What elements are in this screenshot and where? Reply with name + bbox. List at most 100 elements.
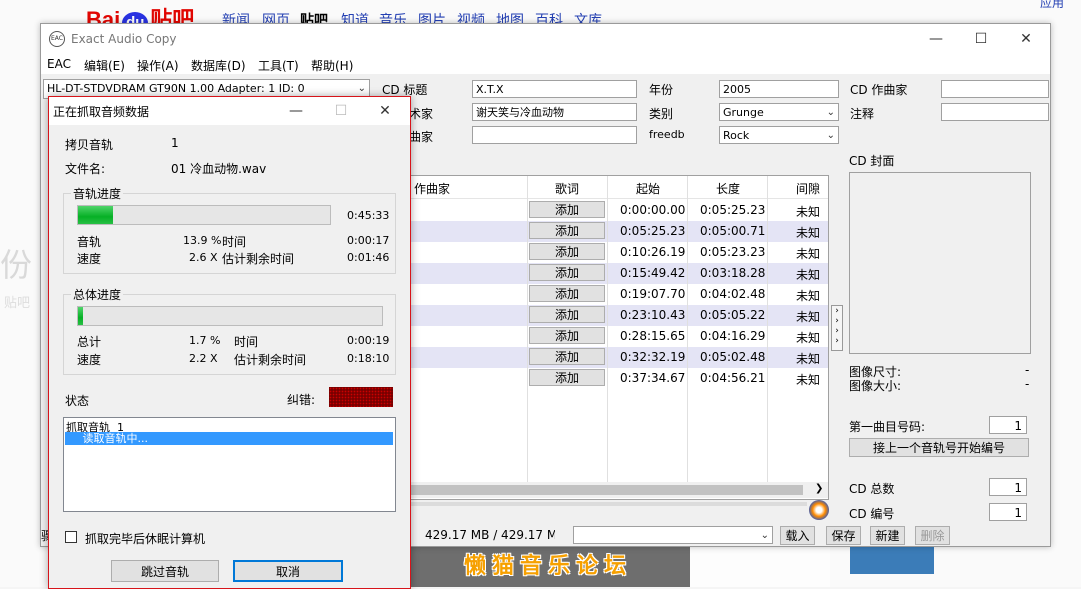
minimize-icon[interactable]: — [916,28,956,50]
overall-time: 0:00:19 [347,334,390,347]
cd-total-label: CD 总数 [849,482,895,496]
first-track-field[interactable]: 1 [989,416,1027,434]
new-button[interactable]: 新建 [870,526,905,545]
eac-titlebar[interactable]: EAC Exact Audio Copy — ☐ ✕ [41,24,1050,54]
progress-strip [407,502,807,506]
load-button[interactable]: 载入 [780,526,815,545]
shutdown-checkbox[interactable] [65,531,77,543]
scrollbar-thumb[interactable] [408,485,803,495]
track-length-cell: 0:04:02.48 [700,287,766,301]
drive-select-value: HL-DT-STDVDRAM GT90N 1.00 Adapter: 1 ID:… [47,82,305,95]
overall-remaining-label: 估计剩余时间 [234,353,307,367]
track-start-cell: 0:05:25.23 [620,224,686,238]
track-progress-bar [77,205,331,225]
menu-edit[interactable]: 编辑(E) [84,57,125,74]
table-row[interactable]: 添加 0:28:15.65 0:04:16.29 未知 [408,326,828,347]
maximize-icon[interactable]: ☐ [961,28,1001,50]
track-length-cell: 0:05:25.23 [700,203,766,217]
genre-select[interactable]: Grunge ⌄ [719,103,839,121]
save-button[interactable]: 保存 [826,526,861,545]
cancel-button[interactable]: 取消 [233,560,343,582]
cd-total-field[interactable]: 1 [989,478,1027,496]
table-row[interactable]: 添加 0:37:34.67 0:04:56.21 未知 [408,368,828,389]
minimize-icon[interactable]: — [276,100,316,122]
track-length-cell: 0:04:56.21 [700,371,766,385]
track-progress-title: 音轨进度 [71,185,124,202]
track-gap-cell: 未知 [796,205,821,219]
col-divider [607,176,608,486]
overall-percent: 1.7 % [189,334,221,347]
error-correction-label: 纠错: [287,393,316,407]
cd-number-field[interactable]: 1 [989,503,1027,521]
skip-track-button[interactable]: 跳过音轨 [111,560,219,582]
status-size: 429.17 MB / 429.17 MB [425,528,555,542]
add-lyrics-button[interactable]: 添加 [529,369,605,386]
col-gap[interactable]: 间隙 [768,180,828,197]
table-row[interactable]: 添加 0:05:25.23 0:05:00.71 未知 [408,221,828,242]
add-lyrics-button[interactable]: 添加 [529,327,605,344]
composer-field[interactable] [472,126,637,144]
chevron-down-icon: ⌄ [826,130,835,141]
menu-tools[interactable]: 工具(T) [258,57,299,74]
image-size-value: - [1025,377,1030,391]
add-lyrics-button[interactable]: 添加 [529,222,605,239]
track-start-cell: 0:37:34.67 [620,371,686,385]
table-row[interactable]: 添加 0:19:07.70 0:04:02.48 未知 [408,284,828,305]
track-remaining-label: 估计剩余时间 [222,252,295,266]
status-log-list[interactable]: 抓取音轨 1 读取音轨中... [63,417,396,512]
year-label: 年份 [649,83,674,97]
artist-field[interactable]: 谢天笑与冷血动物 [472,103,637,121]
horizontal-scrollbar[interactable]: ❯ [408,482,828,498]
col-start[interactable]: 起始 [608,180,688,197]
year-field[interactable]: 2005 [719,80,839,98]
cd-composer-label: CD 作曲家 [850,83,908,97]
overall-remaining: 0:18:10 [347,352,390,365]
overall-progress-title: 总体进度 [71,286,124,303]
bottom-select[interactable]: ⌄ [573,526,773,544]
add-lyrics-button[interactable]: 添加 [529,285,605,302]
topright-apps-link[interactable]: 应用 [1040,0,1064,11]
track-start-cell: 0:23:10.43 [620,308,686,322]
cd-composer-field[interactable] [941,80,1049,98]
menu-action[interactable]: 操作(A) [137,57,179,74]
track-length-cell: 0:03:18.28 [700,266,766,280]
filename-label: 文件名: [65,162,106,176]
chevron-right-icon[interactable]: ❯ [815,483,823,494]
track-length-cell: 0:05:00.71 [700,224,766,238]
copy-track-value: 1 [171,136,179,150]
col-length[interactable]: 长度 [688,180,768,197]
table-row[interactable]: 添加 0:10:26.19 0:05:23.23 未知 [408,242,828,263]
track-list-header: 作曲家 歌词 起始 长度 间隙 [408,176,828,199]
cover-image-box[interactable] [849,172,1031,354]
bg-left-text: 份 [0,246,33,284]
add-lyrics-button[interactable]: 添加 [529,243,605,260]
status-line-selected[interactable]: 读取音轨中... [65,432,393,445]
eac-window-title: Exact Audio Copy [71,32,177,46]
menu-eac[interactable]: EAC [47,57,71,71]
freedb-select[interactable]: Rock ⌄ [719,126,839,144]
table-row[interactable]: 添加 0:15:49.42 0:03:18.28 未知 [408,263,828,284]
track-list[interactable]: 作曲家 歌词 起始 长度 间隙 添加 0:00:00.00 0:05:25.23 未知… [407,175,829,500]
panel-scroll-arrows[interactable]: › › › › [831,305,843,351]
track-time-label: 时间 [222,235,247,249]
add-lyrics-button[interactable]: 添加 [529,306,605,323]
table-row[interactable]: 添加 0:00:00.00 0:05:25.23 未知 [408,200,828,221]
table-row[interactable]: 添加 0:23:10.43 0:05:05.22 未知 [408,305,828,326]
close-icon[interactable]: ✕ [365,100,405,122]
add-lyrics-button[interactable]: 添加 [529,201,605,218]
rip-titlebar[interactable]: 正在抓取音频数据 — ☐ ✕ [49,97,410,125]
add-lyrics-button[interactable]: 添加 [529,264,605,281]
add-lyrics-button[interactable]: 添加 [529,348,605,365]
continue-numbering-button[interactable]: 接上一个音轨号开始编号 [849,438,1029,457]
close-icon[interactable]: ✕ [1006,28,1046,50]
comment-field[interactable] [941,103,1049,121]
col-composer[interactable]: 作曲家 [414,180,450,197]
col-lyrics[interactable]: 歌词 [528,180,606,197]
cd-disc-icon[interactable] [809,500,829,520]
cd-title-field[interactable]: X.T.X [472,80,637,98]
comment-label: 注释 [850,107,875,121]
menu-help[interactable]: 帮助(H) [311,57,353,74]
table-row[interactable]: 添加 0:32:32.19 0:05:02.48 未知 [408,347,828,368]
track-gap-cell: 未知 [796,352,821,366]
menu-database[interactable]: 数据库(D) [191,57,246,74]
